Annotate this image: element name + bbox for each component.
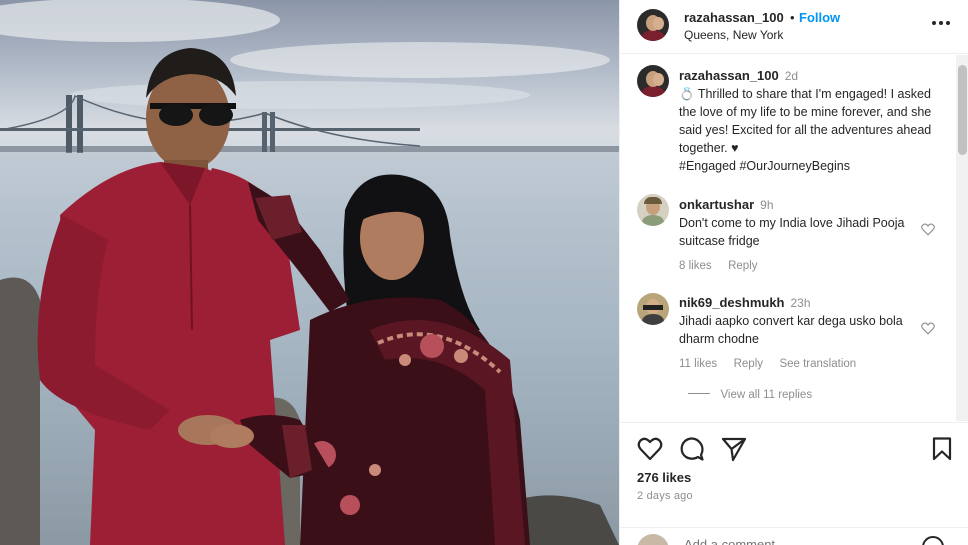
bookmark-icon[interactable] [929,436,955,462]
caption-text: 💍 Thrilled to share that I'm engaged! I … [679,85,941,157]
comment-text: Jihadi aapko convert kar dega usko bola … [679,314,903,346]
comment-time: 23h [790,296,811,310]
view-replies-row[interactable]: View all 11 replies [688,385,812,403]
ring-emoji: 💍 [679,87,695,101]
comment-likes[interactable]: 11 likes [679,358,717,370]
post-timestamp[interactable]: 2 days ago [637,490,693,502]
more-options-icon[interactable] [930,12,952,34]
commenter-avatar[interactable] [637,194,669,226]
comment-text: Don't come to my India love Jihadi Pooja… [679,216,905,248]
caption-hashtags[interactable]: #Engaged #OurJourneyBegins [679,157,941,175]
heart-icon[interactable] [637,436,663,462]
engagement-photo-illustration [0,0,619,545]
add-comment-row [620,527,968,545]
comment-username[interactable]: onkartushar [679,197,754,212]
comment-item: nik69_deshmukh 23h Jihadi aapko convert k… [679,294,924,372]
post-side-panel: razahassan_100 • Follow Queens, New York… [619,0,968,545]
comment-reply-button[interactable]: Reply [734,358,763,370]
scrollbar-thumb[interactable] [958,65,967,155]
comments-list[interactable]: razahassan_100 2d 💍 Thrilled to share tha… [620,55,968,421]
see-translation-link[interactable]: See translation [779,358,856,370]
caption-time: 2d [784,69,799,83]
paper-plane-icon[interactable] [721,436,747,462]
comment-likes[interactable]: 8 likes [679,260,712,272]
comment-icon[interactable] [679,436,705,462]
replies-divider [688,393,710,395]
commenter-avatar[interactable] [637,293,669,325]
caption-body: Thrilled to share that I'm engaged! I as… [679,87,932,155]
like-comment-heart-icon[interactable] [921,322,935,335]
like-count[interactable]: 276 likes [637,470,691,485]
post-photo[interactable] [0,0,619,545]
like-comment-heart-icon[interactable] [921,223,935,236]
header-separator: • [790,10,795,25]
comments-scrollbar[interactable] [956,55,968,421]
author-avatar[interactable] [637,9,669,41]
post-actions: 276 likes 2 days ago [620,422,968,545]
follow-button[interactable]: Follow [799,10,840,25]
post-header: razahassan_100 • Follow Queens, New York [620,0,968,54]
post-location[interactable]: Queens, New York [684,28,783,42]
add-comment-input[interactable] [684,537,904,545]
comment-username[interactable]: nik69_deshmukh [679,295,785,310]
comment-reply-button[interactable]: Reply [728,260,757,272]
comment-time: 9h [760,198,774,212]
emoji-icon[interactable] [922,536,944,545]
author-username[interactable]: razahassan_100 [684,10,784,25]
caption-block: razahassan_100 2d 💍 Thrilled to share tha… [679,67,941,175]
view-replies-button[interactable]: View all 11 replies [720,389,812,401]
current-user-avatar [637,534,669,545]
caption-username[interactable]: razahassan_100 [679,68,779,83]
caption-author-avatar[interactable] [637,65,669,97]
comment-item: onkartushar 9h Don't come to my India lov… [679,196,924,274]
